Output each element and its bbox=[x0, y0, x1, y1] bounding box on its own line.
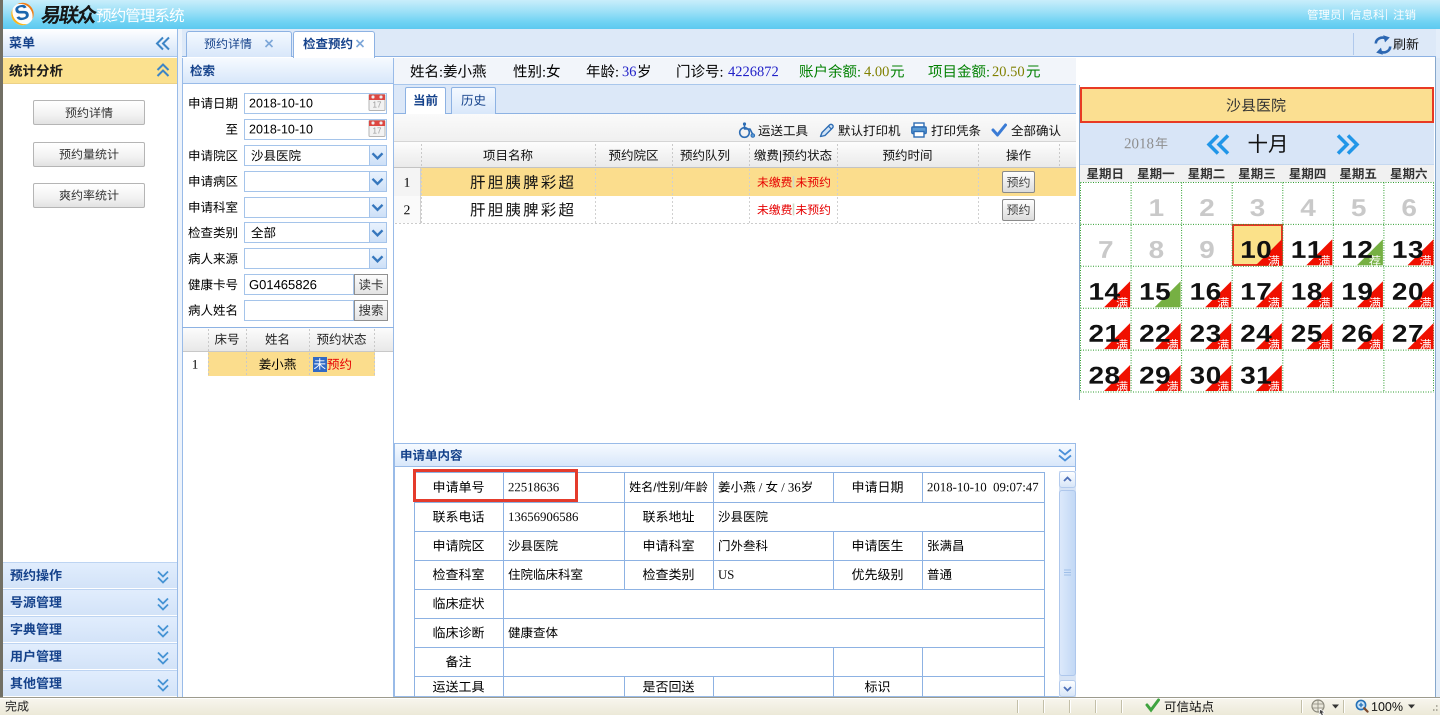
svg-text:17: 17 bbox=[373, 127, 382, 136]
svg-text:17: 17 bbox=[373, 101, 382, 110]
